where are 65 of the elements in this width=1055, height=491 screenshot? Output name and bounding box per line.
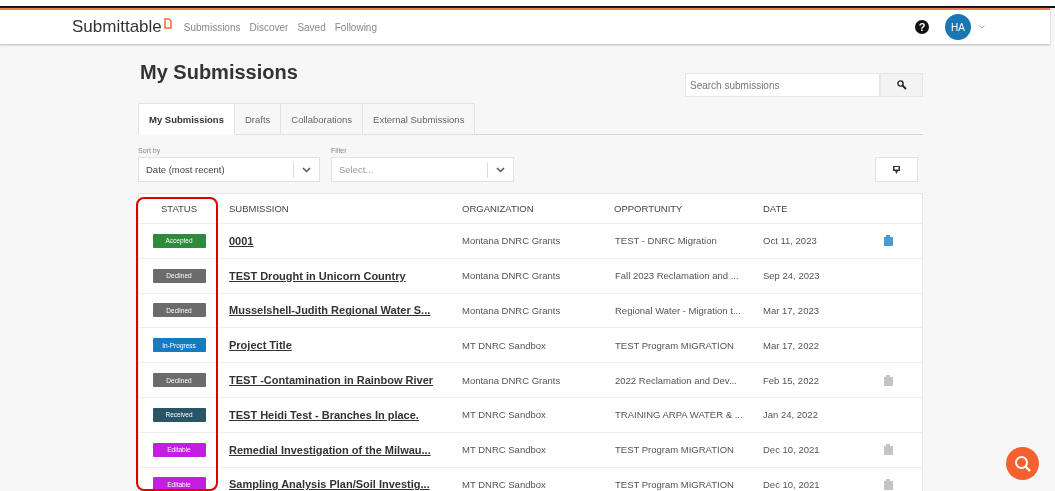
table-cell: TEST Program MIGRATION bbox=[615, 339, 734, 351]
nav-link[interactable]: Saved bbox=[297, 21, 326, 33]
caret-icon[interactable] bbox=[979, 25, 985, 29]
chevron-icon bbox=[496, 166, 505, 173]
table-cell: Montana DNRC Grants bbox=[462, 305, 561, 316]
submission-link[interactable]: Musselshell-Judith Regional Water S... bbox=[229, 304, 431, 317]
tab[interactable]: Collaborations bbox=[281, 103, 364, 135]
table-cell: MT DNRC Sandbox bbox=[462, 478, 546, 490]
chevron-icon bbox=[302, 166, 311, 173]
table-cell: Jan 24, 2022 bbox=[763, 409, 818, 421]
submission-link[interactable]: Project Title bbox=[229, 339, 292, 352]
table-cell: Dec 10, 2021 bbox=[763, 478, 820, 490]
logo[interactable]: Submittable bbox=[72, 17, 162, 37]
sort-dropdown[interactable]: Date (most recent) bbox=[138, 157, 320, 182]
nav-link[interactable]: Submissions bbox=[183, 21, 241, 33]
document-icon[interactable] bbox=[883, 374, 893, 386]
tab[interactable]: Drafts bbox=[234, 103, 282, 135]
help-icon[interactable]: ? bbox=[915, 20, 929, 34]
table-cell: Feb 15, 2022 bbox=[763, 374, 819, 386]
table-cell: MT DNRC Sandbox bbox=[462, 444, 546, 456]
document-icon[interactable] bbox=[883, 478, 893, 490]
table-cell: TRAINING ARPA WATER & ... bbox=[615, 409, 743, 421]
column-header: STATUS bbox=[160, 203, 198, 214]
document-icon[interactable] bbox=[883, 444, 893, 456]
submission-link[interactable]: TEST Heidi Test - Branches In place. bbox=[229, 408, 419, 421]
page-title: My Submissions bbox=[140, 61, 298, 84]
column-header: DATE bbox=[763, 203, 788, 214]
table-cell: Montana DNRC Grants bbox=[462, 235, 561, 247]
document-icon[interactable] bbox=[883, 235, 893, 247]
logo-mark-icon bbox=[163, 18, 172, 29]
table-cell: Montana DNRC Grants bbox=[462, 270, 561, 282]
user-avatar[interactable]: HA bbox=[945, 14, 971, 40]
column-header: OPPORTUNITY bbox=[614, 203, 683, 214]
nav-link[interactable]: Following bbox=[334, 21, 377, 33]
table-cell: MT DNRC Sandbox bbox=[462, 339, 546, 351]
submission-link[interactable]: Sampling Analysis Plan/Soil Investig... bbox=[229, 478, 430, 491]
submission-link[interactable]: 0001 bbox=[229, 234, 254, 247]
download-icon bbox=[892, 164, 901, 175]
table-cell: Sep 24, 2023 bbox=[763, 270, 820, 282]
submission-link[interactable]: TEST Drought in Unicorn Country bbox=[229, 269, 406, 282]
table-cell: Mar 17, 2023 bbox=[763, 305, 819, 316]
tab[interactable]: My Submissions bbox=[138, 103, 235, 135]
table-cell: Mar 17, 2022 bbox=[763, 339, 819, 351]
table-cell: Regional Water - Migration t... bbox=[615, 305, 741, 316]
nav-link[interactable]: Discover bbox=[249, 21, 289, 33]
table-cell: Oct 11, 2023 bbox=[763, 235, 817, 247]
submission-link[interactable]: Remedial Investigation of the Milwau... bbox=[229, 443, 431, 456]
table-cell: TEST - DNRC Migration bbox=[615, 235, 717, 247]
export-button[interactable] bbox=[875, 157, 918, 182]
table-cell: TEST Program MIGRATION bbox=[615, 478, 734, 490]
table-cell: MT DNRC Sandbox bbox=[462, 409, 546, 421]
column-header: SUBMISSION bbox=[229, 203, 289, 214]
search-button[interactable] bbox=[880, 73, 923, 97]
table-cell: Fall 2023 Reclamation and ... bbox=[615, 270, 739, 282]
tab[interactable]: External Submissions bbox=[363, 103, 476, 135]
table-cell: 2022 Reclamation and Dev... bbox=[615, 374, 737, 386]
submission-link[interactable]: TEST -Contamination in Rainbow River bbox=[229, 374, 434, 387]
search-button[interactable] bbox=[1006, 447, 1039, 480]
search-field[interactable]: Search submissions bbox=[685, 73, 880, 97]
table-cell: Montana DNRC Grants bbox=[462, 374, 561, 386]
table-cell: Dec 10, 2021 bbox=[763, 444, 820, 456]
table-cell: TEST Program MIGRATION bbox=[615, 444, 734, 456]
search-icon bbox=[896, 80, 907, 90]
column-header: ORGANIZATION bbox=[462, 203, 534, 214]
search-icon bbox=[1013, 454, 1032, 473]
